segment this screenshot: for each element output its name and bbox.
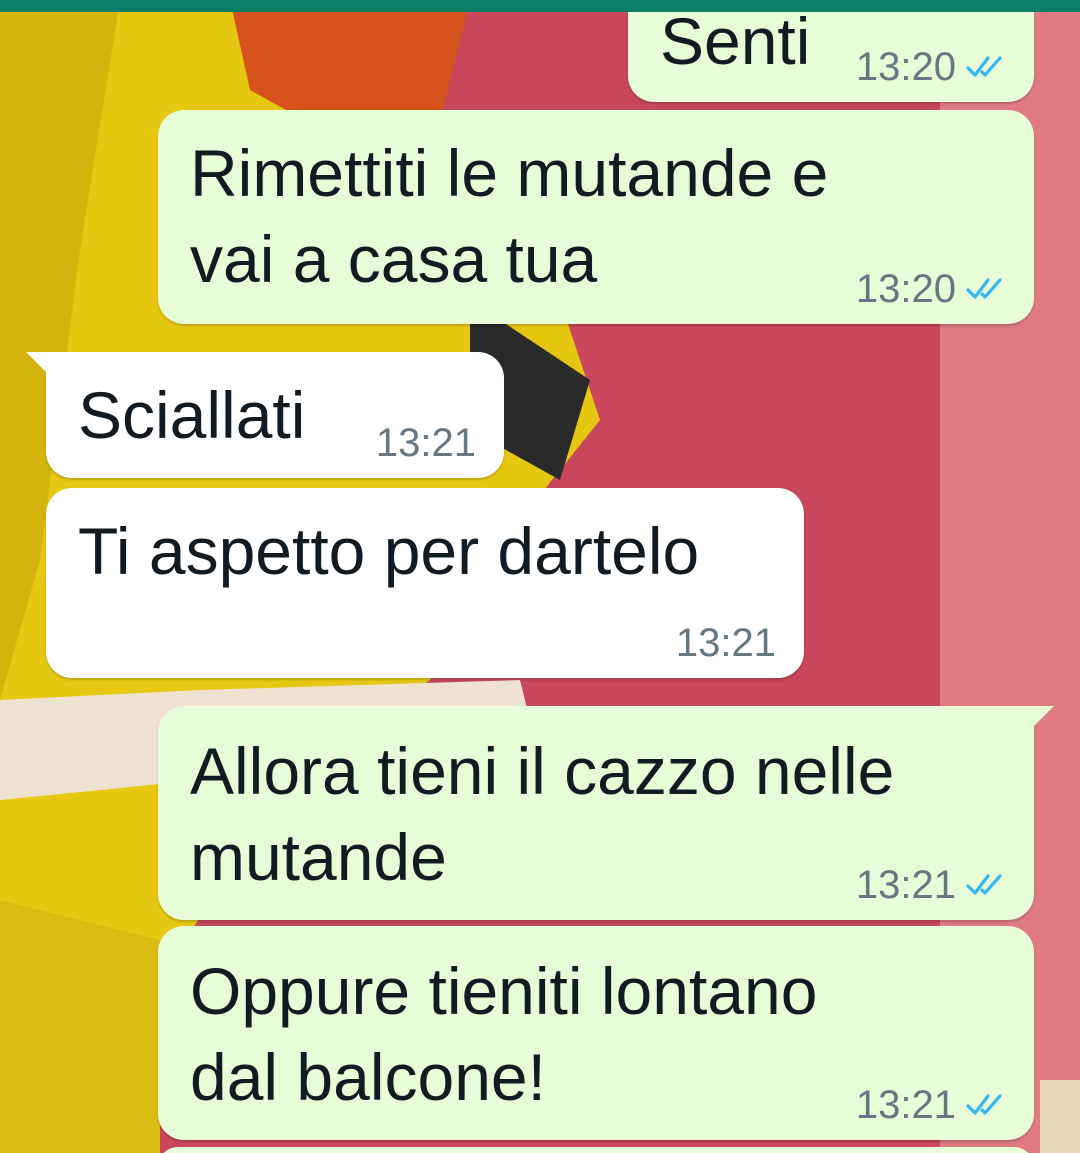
outgoing-message-bubble[interactable]: Allora tieni il cazzo nelle mutande 13:2… bbox=[158, 706, 1054, 920]
message-meta: 13:20 bbox=[856, 264, 1006, 314]
incoming-message-bubble[interactable]: Sciallati 13:21 bbox=[26, 352, 504, 478]
message-meta: 13:21 bbox=[376, 418, 476, 468]
message-meta: 13:21 bbox=[856, 860, 1006, 910]
bubble-tail bbox=[1032, 706, 1054, 728]
message-text: Sciallati bbox=[78, 378, 306, 452]
message-meta: 13:21 bbox=[676, 618, 776, 668]
double-check-icon bbox=[966, 54, 1006, 80]
message-meta: 13:21 bbox=[856, 1080, 1006, 1130]
message-timestamp: 13:21 bbox=[675, 621, 776, 665]
message-timestamp: 13:20 bbox=[855, 267, 956, 311]
outgoing-message-bubble-partial[interactable] bbox=[158, 1147, 1034, 1153]
message-text: Rimettiti le mutande e vai a casa tua bbox=[190, 136, 829, 296]
bubble-tail bbox=[26, 352, 48, 374]
double-check-icon bbox=[966, 872, 1006, 898]
message-timestamp: 13:21 bbox=[855, 1083, 956, 1127]
double-check-icon bbox=[966, 1092, 1006, 1118]
message-timestamp: 13:21 bbox=[855, 863, 956, 907]
message-text: Oppure tieniti lontano dal balcone! bbox=[190, 954, 818, 1114]
outgoing-message-bubble[interactable]: Rimettiti le mutande e vai a casa tua 13… bbox=[158, 110, 1034, 324]
message-text: Ti aspetto per dartelo bbox=[78, 514, 700, 588]
outgoing-message-bubble[interactable]: Oppure tieniti lontano dal balcone! 13:2… bbox=[158, 926, 1034, 1140]
message-timestamp: 13:21 bbox=[375, 421, 476, 465]
message-text: Allora tieni il cazzo nelle mutande bbox=[190, 734, 895, 894]
app-header-strip bbox=[0, 0, 1080, 12]
message-text: Senti bbox=[660, 4, 811, 78]
double-check-icon bbox=[966, 276, 1006, 302]
message-timestamp: 13:20 bbox=[855, 45, 956, 89]
outgoing-message-bubble[interactable]: Senti 13:20 bbox=[628, 0, 1034, 102]
message-meta: 13:20 bbox=[856, 42, 1006, 92]
message-list[interactable]: Senti 13:20 Rimettiti le mutande e vai a… bbox=[0, 0, 1080, 1153]
incoming-message-bubble[interactable]: Ti aspetto per dartelo 13:21 bbox=[46, 488, 804, 678]
